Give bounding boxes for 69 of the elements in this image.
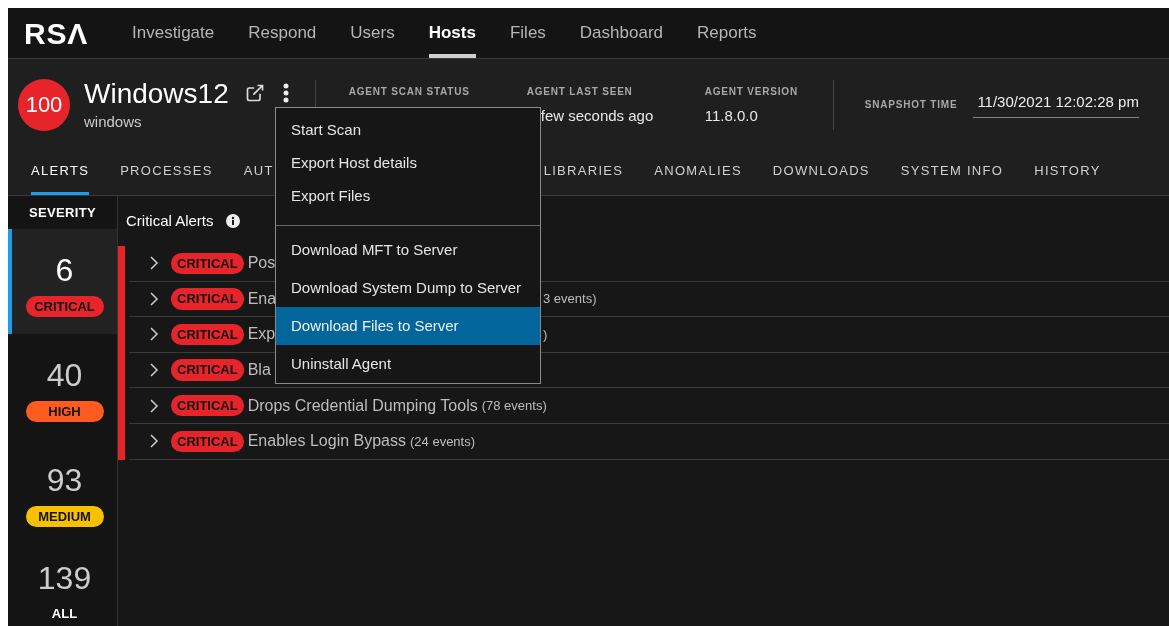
severity-label: ALL <box>51 605 78 623</box>
severity-badge: HIGH <box>25 400 104 423</box>
field-label: AGENT VERSION <box>704 85 799 99</box>
severity-count: 139 <box>37 559 92 598</box>
nav-tab[interactable]: Dashboard <box>579 8 663 58</box>
event-count: (78 events) <box>481 396 547 415</box>
snapshot-time-field[interactable]: 11/30/2021 12:02:28 pm <box>973 90 1139 119</box>
chevron-right-icon[interactable] <box>149 326 159 343</box>
severity-badge: CRITICAL <box>25 295 104 318</box>
severity-count: 93 <box>46 460 83 500</box>
nav-tab[interactable]: Files <box>509 8 546 58</box>
tab[interactable]: DOWNLOADS <box>772 150 870 195</box>
field-label: AGENT LAST SEEN <box>526 85 634 99</box>
host-os: windows <box>84 111 143 132</box>
tab[interactable]: SYSTEM INFO <box>900 150 1004 195</box>
tab[interactable]: PROCESSES <box>120 150 213 195</box>
tab[interactable]: LIBRARIES <box>543 150 624 195</box>
external-link-icon[interactable] <box>244 83 265 104</box>
nav-tab[interactable]: Respond <box>248 8 317 58</box>
tab[interactable]: HISTORY <box>1034 150 1101 195</box>
host-name: Windows12 <box>84 76 229 111</box>
severity-count: 40 <box>46 355 83 395</box>
tab[interactable]: ANOMALIES <box>654 150 742 195</box>
severity-heading: SEVERITY <box>28 204 97 222</box>
alert-title: Ena <box>247 288 277 309</box>
alert-title: Enables Login Bypass <box>247 431 406 452</box>
field-value: 11.8.0.0 <box>704 106 759 126</box>
alert-row[interactable]: CRITICAL Drops Credential Dumping Tools (78 events) <box>129 388 1169 424</box>
severity-badge: CRITICAL <box>171 252 244 275</box>
menu-item[interactable]: Export Files <box>276 180 540 213</box>
chevron-right-icon[interactable] <box>149 290 159 307</box>
severity-badge: CRITICAL <box>171 359 244 381</box>
chevron-right-icon[interactable] <box>149 397 159 414</box>
severity-badge: MEDIUM <box>25 505 104 528</box>
chevron-right-icon[interactable] <box>149 433 159 450</box>
more-options-icon[interactable] <box>282 83 289 104</box>
severity-badge: CRITICAL <box>171 323 244 346</box>
severity-count: 6 <box>55 250 74 290</box>
menu-item[interactable]: Download Files to Server <box>276 307 540 345</box>
menu-item[interactable]: Start Scan <box>276 114 540 147</box>
severity-badge: CRITICAL <box>171 288 244 310</box>
alert-row[interactable]: CRITICAL Enables Login Bypass (24 events) <box>129 423 1169 460</box>
severity-filter[interactable]: 40 HIGH <box>8 334 117 439</box>
field-value: few seconds ago <box>539 106 655 126</box>
event-count: 3 events) <box>543 290 597 309</box>
menu-item[interactable]: Export Host details <box>276 147 540 180</box>
tab[interactable]: AUT <box>243 150 274 195</box>
field-label: AGENT SCAN STATUS <box>348 85 471 99</box>
severity-filter[interactable]: 93 MEDIUM <box>8 439 117 544</box>
event-count: (24 events) <box>410 432 476 451</box>
nav-tab[interactable]: Investigate <box>132 8 215 58</box>
info-icon[interactable] <box>225 214 240 228</box>
alert-title: Drops Credential Dumping Tools <box>247 395 478 416</box>
field-label: SNAPSHOT TIME <box>864 98 958 112</box>
alert-title: Exp <box>247 324 276 345</box>
severity-badge: CRITICAL <box>171 430 244 452</box>
logo: RSΛ <box>24 15 89 52</box>
severity-filter[interactable]: 139 ALL <box>8 544 117 624</box>
alert-title: Pos <box>247 253 276 274</box>
section-title: Critical Alerts <box>126 210 214 231</box>
chevron-right-icon[interactable] <box>149 362 159 379</box>
chevron-right-icon[interactable] <box>149 255 159 272</box>
risk-score-badge: 100 <box>18 78 70 131</box>
nav-tab[interactable]: Users <box>350 8 395 58</box>
severity-filter[interactable]: 6 CRITICAL <box>8 229 117 334</box>
alert-title: Bla <box>247 360 271 381</box>
event-count: ) <box>543 325 548 344</box>
severity-badge: CRITICAL <box>171 394 244 417</box>
nav-tab[interactable]: Reports <box>697 8 757 58</box>
